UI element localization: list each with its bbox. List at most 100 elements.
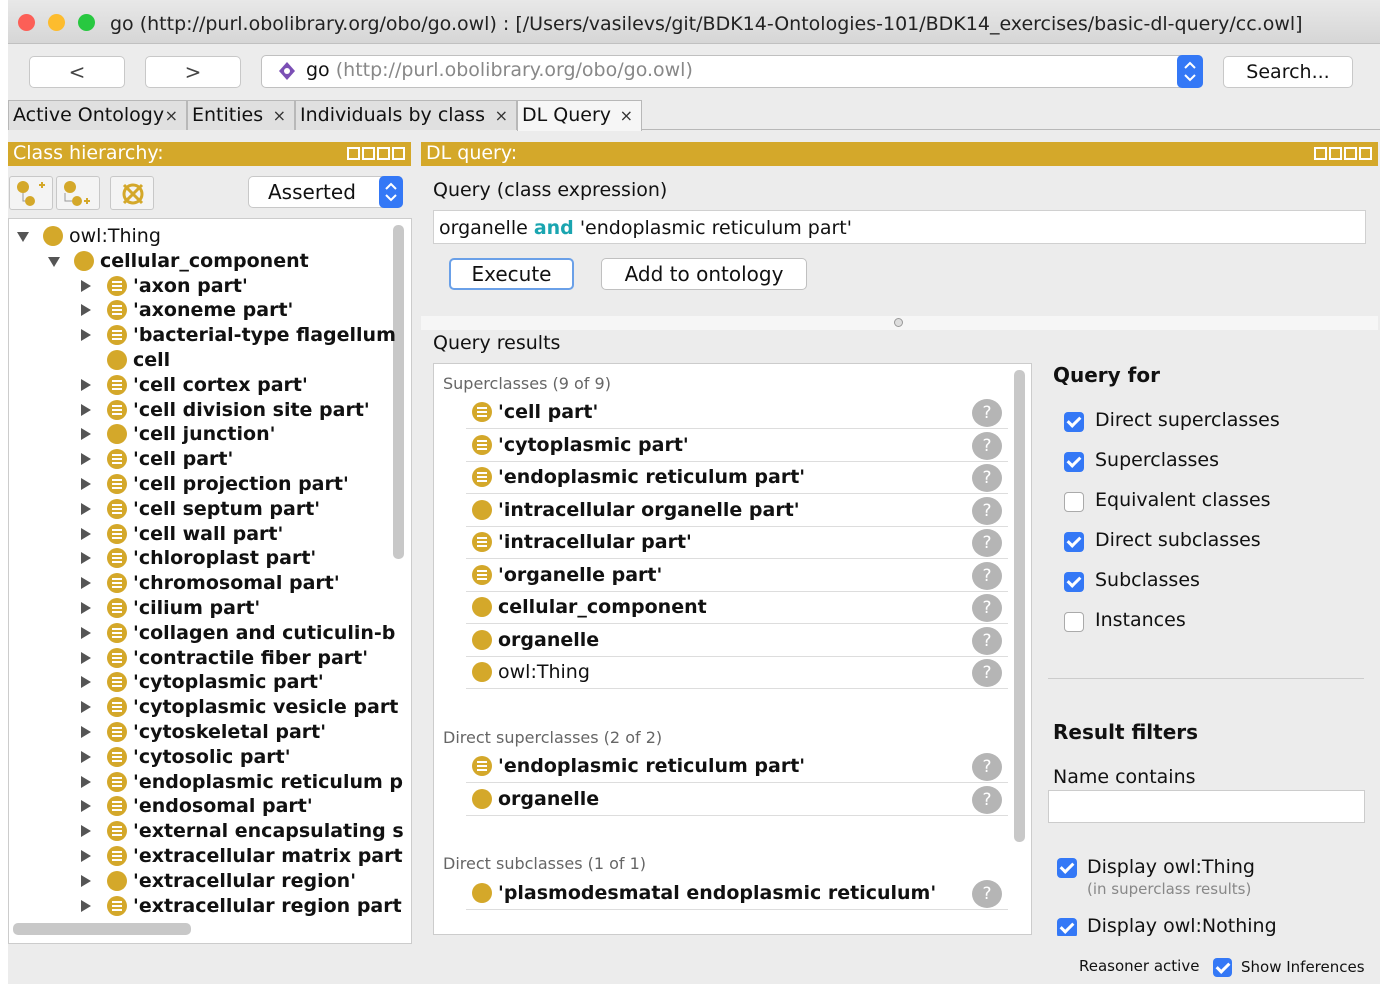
close-window-button[interactable]: [18, 14, 35, 31]
tree-node[interactable]: 'cell wall part': [9, 522, 387, 546]
expand-arrow-icon[interactable]: [81, 428, 91, 441]
tree-node[interactable]: 'cytoplasmic part': [9, 670, 387, 694]
expand-arrow-icon[interactable]: [81, 726, 91, 738]
tab-entities[interactable]: Entities ×: [187, 100, 295, 130]
expand-arrow-icon[interactable]: [81, 701, 91, 714]
split-pane-divider[interactable]: [421, 316, 1378, 330]
tree-node[interactable]: 'endosomal part': [9, 794, 387, 818]
tree-node[interactable]: 'cell junction': [9, 422, 387, 446]
expand-arrow-icon[interactable]: [81, 304, 91, 317]
hierarchy-mode-select[interactable]: Asserted: [248, 176, 403, 208]
result-row[interactable]: organelle?: [466, 784, 1008, 816]
tree-node[interactable]: 'extracellular region part: [9, 894, 402, 918]
expand-arrow-icon[interactable]: [81, 775, 91, 788]
tree-node[interactable]: 'collagen and cuticulin-b: [9, 621, 395, 645]
result-row[interactable]: 'organelle part'?: [466, 560, 1008, 592]
tab-individuals-by-class[interactable]: Individuals by class ×: [295, 100, 517, 130]
execute-button[interactable]: Execute: [449, 258, 574, 290]
results-vertical-scrollbar[interactable]: [1014, 370, 1025, 842]
expand-arrow-icon[interactable]: [81, 899, 91, 912]
explain-icon[interactable]: ?: [972, 659, 1002, 687]
expand-arrow-icon[interactable]: [81, 527, 91, 540]
tree-node[interactable]: 'extracellular region': [9, 869, 387, 893]
tree-node[interactable]: 'axoneme part': [9, 298, 387, 322]
explain-icon[interactable]: ?: [972, 431, 1002, 460]
tree-node[interactable]: 'endoplasmic reticulum p: [9, 770, 403, 794]
expand-arrow-icon[interactable]: [81, 403, 91, 416]
tree-node[interactable]: 'cell projection part': [9, 472, 387, 496]
explain-icon[interactable]: ?: [972, 626, 1002, 655]
query-for-checkbox[interactable]: [1064, 412, 1084, 432]
explain-icon[interactable]: ?: [972, 399, 1002, 427]
tree-node[interactable]: 'cytosolic part': [9, 745, 387, 769]
expand-arrow-icon[interactable]: [81, 552, 91, 565]
delete-class-button[interactable]: [110, 176, 154, 210]
tree-node[interactable]: 'cytoskeletal part': [9, 720, 387, 744]
expand-arrow-icon[interactable]: [81, 874, 91, 887]
search-button[interactable]: Search...: [1223, 56, 1353, 88]
result-row[interactable]: 'endoplasmic reticulum part'?: [466, 751, 1008, 783]
tree-node[interactable]: cellular_component: [9, 249, 387, 273]
tree-node[interactable]: 'cell septum part': [9, 497, 387, 521]
address-stepper-icon[interactable]: [1177, 55, 1203, 88]
expand-arrow-icon[interactable]: [81, 850, 91, 862]
tree-node[interactable]: owl:Thing: [9, 224, 387, 248]
collapse-arrow-icon[interactable]: [48, 256, 60, 267]
explain-icon[interactable]: ?: [972, 880, 1002, 908]
result-row[interactable]: owl:Thing?: [466, 657, 1008, 689]
tree-node[interactable]: 'external encapsulating s: [9, 819, 404, 843]
explain-icon[interactable]: ?: [972, 464, 1002, 492]
result-row[interactable]: 'cell part'?: [466, 397, 1008, 429]
expand-arrow-icon[interactable]: [81, 478, 91, 490]
tree-node[interactable]: 'cell part': [9, 447, 387, 471]
result-row[interactable]: 'intracellular part'?: [466, 527, 1008, 559]
result-row[interactable]: 'endoplasmic reticulum part'?: [466, 462, 1008, 494]
explain-icon[interactable]: ?: [972, 753, 1002, 781]
expand-arrow-icon[interactable]: [81, 602, 91, 614]
close-icon[interactable]: ×: [273, 101, 286, 130]
expand-arrow-icon[interactable]: [81, 453, 91, 466]
expand-arrow-icon[interactable]: [81, 329, 91, 342]
add-to-ontology-button[interactable]: Add to ontology: [601, 258, 807, 290]
close-icon[interactable]: ×: [620, 101, 633, 130]
tree-node[interactable]: cell: [9, 348, 387, 372]
add-sibling-button[interactable]: [56, 176, 100, 210]
back-button[interactable]: <: [29, 56, 125, 88]
panel-view-controls[interactable]: [347, 147, 405, 161]
display-nothing-checkbox[interactable]: [1057, 918, 1077, 936]
query-for-checkbox[interactable]: [1064, 572, 1084, 592]
divider-handle-icon[interactable]: [894, 318, 903, 327]
zoom-window-button[interactable]: [78, 14, 95, 31]
close-icon[interactable]: ×: [495, 101, 508, 130]
close-icon[interactable]: ×: [165, 101, 178, 130]
tree-node[interactable]: 'chromosomal part': [9, 571, 387, 595]
tree-node[interactable]: 'cytoplasmic vesicle part: [9, 695, 398, 719]
explain-icon[interactable]: ?: [972, 561, 1002, 590]
explain-icon[interactable]: ?: [972, 785, 1002, 814]
tree-node[interactable]: 'cell cortex part': [9, 373, 387, 397]
expand-arrow-icon[interactable]: [81, 651, 91, 664]
tree-node[interactable]: 'cell division site part': [9, 398, 387, 422]
query-for-checkbox[interactable]: [1064, 532, 1084, 552]
class-hierarchy-tree[interactable]: owl:Thing cellular_component'axon part''a…: [8, 218, 412, 944]
tree-horizontal-scrollbar[interactable]: [13, 923, 191, 935]
expand-arrow-icon[interactable]: [81, 502, 91, 515]
tree-node[interactable]: 'bacterial-type flagellum: [9, 323, 396, 347]
expand-arrow-icon[interactable]: [81, 825, 91, 838]
tree-node[interactable]: 'contractile fiber part': [9, 646, 387, 670]
query-results-list[interactable]: Superclasses (9 of 9)'cell part'?'cytopl…: [433, 363, 1032, 935]
tree-node[interactable]: 'axon part': [9, 274, 387, 298]
expand-arrow-icon[interactable]: [81, 378, 91, 391]
query-for-checkbox[interactable]: [1064, 612, 1084, 632]
tab-active-ontology[interactable]: Active Ontology ×: [8, 100, 187, 130]
explain-icon[interactable]: ?: [972, 529, 1002, 557]
expand-arrow-icon[interactable]: [81, 279, 91, 292]
ontology-address-combo[interactable]: go (http://purl.obolibrary.org/obo/go.ow…: [261, 55, 1203, 88]
result-row[interactable]: cellular_component?: [466, 592, 1008, 624]
minimize-window-button[interactable]: [48, 14, 65, 31]
query-for-checkbox[interactable]: [1064, 452, 1084, 472]
expand-arrow-icon[interactable]: [81, 626, 91, 639]
collapse-arrow-icon[interactable]: [17, 232, 29, 242]
tree-vertical-scrollbar[interactable]: [393, 225, 404, 559]
add-subclass-button[interactable]: [9, 176, 53, 210]
